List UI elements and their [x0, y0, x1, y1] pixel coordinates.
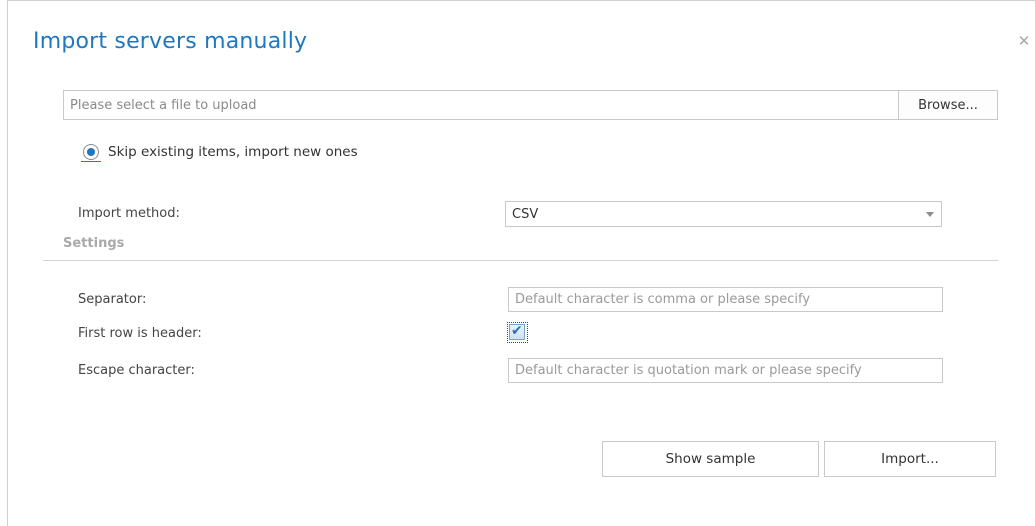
escape-character-input[interactable] [508, 358, 943, 383]
import-method-select[interactable]: CSV [505, 201, 942, 227]
import-button[interactable]: Import... [824, 441, 996, 477]
first-row-header-checkbox[interactable]: ✔ [507, 322, 528, 343]
file-upload-row: Browse... [63, 90, 998, 120]
settings-divider [43, 260, 998, 261]
import-method-value: CSV [512, 206, 539, 222]
escape-character-label: Escape character: [78, 363, 195, 378]
skip-existing-option[interactable]: Skip existing items, import new ones [81, 142, 358, 162]
import-servers-dialog: Import servers manually ✕ Browse... Skip… [7, 0, 1035, 526]
dialog-title: Import servers manually [33, 29, 308, 54]
file-path-input[interactable] [64, 91, 898, 119]
show-sample-button[interactable]: Show sample [602, 441, 819, 477]
close-icon[interactable]: ✕ [1017, 34, 1031, 49]
separator-input[interactable] [508, 287, 943, 312]
skip-existing-label: Skip existing items, import new ones [108, 144, 358, 160]
radio-selected-dot [87, 148, 95, 156]
chevron-down-icon [926, 211, 934, 217]
browse-button[interactable]: Browse... [898, 91, 997, 119]
skip-existing-radio[interactable] [81, 144, 101, 162]
separator-label: Separator: [78, 292, 147, 307]
settings-heading: Settings [63, 236, 125, 251]
first-row-header-label: First row is header: [78, 326, 202, 341]
import-method-label: Import method: [78, 206, 180, 221]
